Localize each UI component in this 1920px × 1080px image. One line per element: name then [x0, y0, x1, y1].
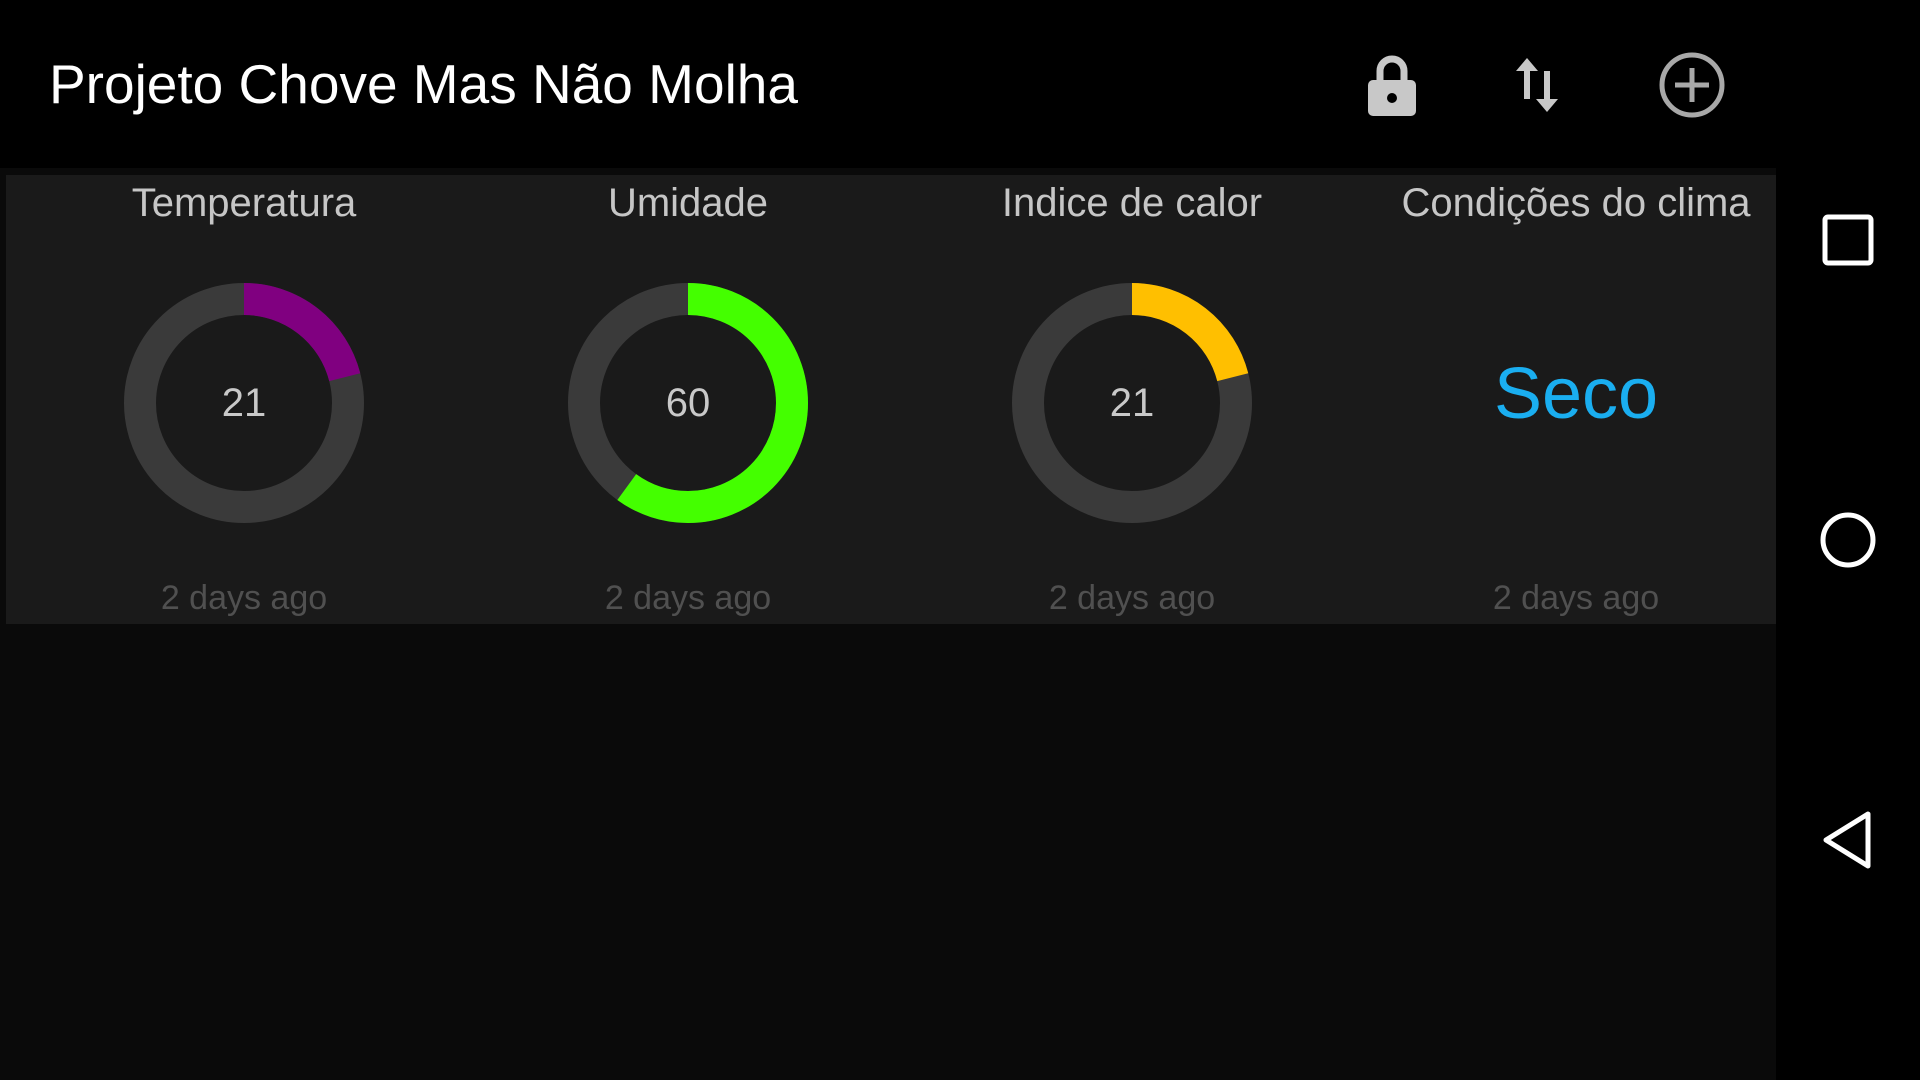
widget-heat-index[interactable]: Indice de calor 21 2 days ago — [911, 175, 1353, 624]
widget-humidity[interactable]: Umidade 60 2 days ago — [467, 175, 909, 624]
recents-button[interactable] — [1812, 204, 1884, 276]
temperature-gauge: 21 — [124, 283, 364, 523]
add-circle-icon — [1659, 52, 1725, 118]
home-circle-icon — [1820, 512, 1876, 568]
widget-updated: 2 days ago — [604, 579, 772, 617]
navigation-bar — [1776, 0, 1920, 1080]
widget-updated: 2 days ago — [1492, 579, 1660, 617]
widget-title: Indice de calor — [1001, 181, 1263, 225]
condition-value: Seco — [1493, 354, 1659, 434]
humidity-gauge: 60 — [568, 283, 808, 523]
heat-index-gauge: 21 — [1012, 283, 1252, 523]
add-button[interactable] — [1655, 48, 1729, 122]
back-triangle-icon — [1823, 811, 1871, 869]
app-bar: Projeto Chove Mas Não Molha — [0, 0, 1776, 168]
widget-updated: 2 days ago — [160, 579, 328, 617]
app-title: Projeto Chove Mas Não Molha — [49, 53, 798, 115]
back-button[interactable] — [1812, 804, 1884, 876]
widget-title: Temperatura — [131, 181, 357, 225]
lock-button[interactable] — [1355, 48, 1429, 122]
recents-square-icon — [1822, 214, 1874, 266]
sort-icon — [1516, 58, 1558, 112]
widget-updated: 2 days ago — [1048, 579, 1216, 617]
gauge-value: 21 — [221, 380, 267, 425]
home-button[interactable] — [1812, 504, 1884, 576]
gauge-value: 60 — [665, 380, 711, 425]
widget-weather-conditions[interactable]: Condições do clima Seco 2 days ago — [1355, 175, 1797, 624]
widget-title: Umidade — [607, 181, 769, 225]
lock-icon — [1368, 55, 1416, 116]
widget-panel: Temperatura 21 2 days ago Umidade 60 2 d… — [6, 175, 1776, 624]
widget-temperature[interactable]: Temperatura 21 2 days ago — [23, 175, 465, 624]
sort-button[interactable] — [1500, 48, 1574, 122]
app-screen: Projeto Chove Mas Não Molha Temperatura … — [0, 0, 1776, 1080]
gauge-value: 21 — [1109, 380, 1155, 425]
widget-title: Condições do clima — [1401, 181, 1751, 225]
